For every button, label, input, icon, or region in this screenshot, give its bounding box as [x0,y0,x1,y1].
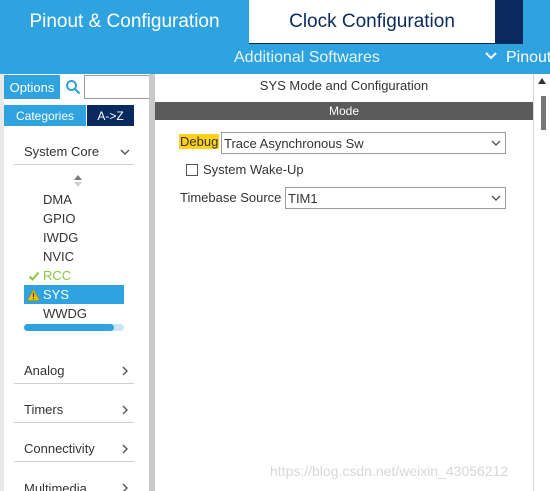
checkmark-icon [24,266,43,285]
chevron-right-icon [116,365,134,377]
watermark: https://blog.csdn.net/weixin_43056212 [270,463,509,479]
list-item-rcc[interactable]: RCC [24,266,124,285]
warning-icon [24,285,43,304]
chevron-down-icon [487,137,505,149]
timebase-source-label: Timebase Source [180,190,282,205]
status-none [24,304,43,323]
debug-value: Trace Asynchronous Sw [224,135,364,151]
category-label: Multimedia [24,480,87,491]
status-none [24,247,43,266]
a-to-z-button[interactable]: A->Z [87,105,134,126]
tab-overflow-accent[interactable] [523,0,550,44]
list-item-dma[interactable]: DMA [24,190,124,209]
panel-title: SYS Mode and Configuration [259,78,429,93]
status-none [24,209,43,228]
chevron-right-icon [116,404,134,416]
chevron-down-icon[interactable] [484,49,498,68]
peripheral-label: IWDG [43,230,79,245]
scrollbar-thumb[interactable] [24,324,114,331]
timebase-value: TIM1 [288,190,318,206]
tab-pinout-configuration[interactable]: Pinout & Configuration [0,0,249,44]
chevron-down-icon [487,192,505,204]
tab-overflow[interactable] [495,0,523,44]
category-label: Connectivity [24,441,95,456]
pinout-menu[interactable]: Pinout [506,49,550,67]
search-input[interactable] [84,75,150,99]
chevron-right-icon [116,482,134,491]
tab-clock-configuration[interactable]: Clock Configuration [249,0,495,44]
list-item-nvic[interactable]: NVIC [24,247,124,266]
additional-softwares-link[interactable]: Additional Softwares [234,49,380,67]
search-icon[interactable] [62,75,84,99]
sort-arrows-icon[interactable] [72,174,84,188]
debug-label: Debug [179,134,220,149]
list-item-gpio[interactable]: GPIO [24,209,124,228]
peripheral-label: NVIC [43,249,75,264]
status-none [24,190,43,209]
peripheral-label: SYS [43,287,70,302]
peripheral-label: GPIO [43,211,76,226]
options-button[interactable]: Options [4,75,60,99]
system-wakeup-label: System Wake-Up [203,162,304,177]
peripheral-list: DMA GPIO IWDG NVIC RCC SYS WWDG [24,190,124,323]
mode-header: Mode [155,102,533,120]
category-connectivity[interactable]: Connectivity [14,436,134,462]
timebase-source-select[interactable]: TIM1 [285,187,506,209]
peripheral-label: DMA [43,192,72,207]
system-wakeup-checkbox[interactable] [186,164,198,176]
chevron-down-icon [116,146,134,158]
peripheral-label: WWDG [43,306,88,321]
categories-button[interactable]: Categories [4,105,86,126]
list-item-wwdg[interactable]: WWDG [24,304,124,323]
status-none [24,228,43,247]
category-label: Analog [24,363,65,378]
left-edge-strip [0,74,4,491]
category-label: System Core [24,144,100,159]
category-analog[interactable]: Analog [14,358,134,384]
scrollbar-thumb[interactable] [541,96,546,130]
debug-select[interactable]: Trace Asynchronous Sw [221,132,506,154]
category-system-core[interactable]: System Core [14,139,134,165]
category-timers[interactable]: Timers [14,397,134,423]
category-multimedia[interactable]: Multimedia [14,475,134,491]
category-label: Timers [24,402,64,417]
list-item-iwdg[interactable]: IWDG [24,228,124,247]
chevron-right-icon [116,443,134,455]
list-item-sys[interactable]: SYS [24,285,124,304]
scroll-up-icon[interactable] [537,76,547,88]
horizontal-scrollbar[interactable] [24,324,124,331]
peripheral-label: RCC [43,268,72,283]
vertical-scrollbar[interactable] [533,74,550,491]
